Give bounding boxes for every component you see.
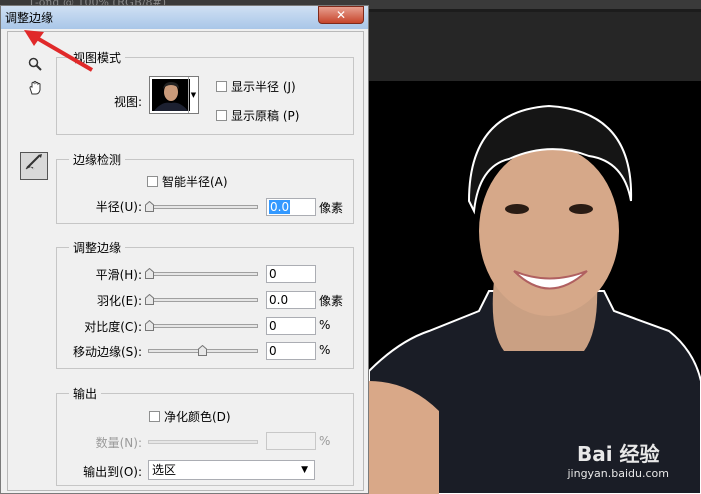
output-to-label: 输出到(O): — [83, 465, 142, 479]
smooth-input[interactable]: 0 — [266, 265, 316, 283]
canvas-dark-area — [369, 9, 701, 81]
adjust-edge-title: 调整边缘 — [69, 239, 126, 256]
view-mode-group: 视图模式 — [56, 49, 354, 135]
close-button[interactable]: ✕ — [318, 6, 364, 24]
show-original-checkbox[interactable] — [216, 110, 227, 121]
amount-label: 数量(N): — [95, 436, 142, 450]
show-radius-label: 显示半径 (J) — [231, 80, 296, 94]
shift-edge-input[interactable]: 0 — [266, 342, 316, 360]
smart-radius-label: 智能半径(A) — [162, 175, 228, 189]
decontaminate-checkbox[interactable] — [149, 411, 160, 422]
smart-radius-checkbox[interactable] — [147, 176, 158, 187]
view-dropdown-arrow-icon[interactable]: ▼ — [188, 77, 198, 113]
show-radius-checkbox[interactable] — [216, 81, 227, 92]
refine-radius-tool-icon[interactable] — [20, 152, 48, 180]
decontaminate-label: 净化颜色(D) — [164, 410, 231, 424]
feather-unit: 像素 — [319, 294, 344, 308]
view-label: 视图: — [114, 95, 143, 109]
refine-edge-dialog: 调整边缘 ✕ 视图模式 视图: ▼ 显示半径 (J) 显示原稿 (P) 边缘检测 — [0, 5, 369, 494]
contrast-label: 对比度(C): — [84, 320, 142, 334]
amount-input — [266, 432, 316, 450]
baidu-watermark: Bai 经验 jingyan.baidu.com — [567, 442, 669, 480]
output-to-value: 选区 — [152, 463, 177, 477]
output-to-select[interactable]: 选区 ▼ — [148, 460, 315, 480]
smooth-label: 平滑(H): — [95, 268, 142, 282]
shift-edge-unit: % — [319, 343, 331, 357]
smooth-slider-thumb[interactable] — [145, 268, 154, 279]
red-arrow-icon — [24, 30, 94, 72]
feather-slider[interactable] — [145, 294, 258, 305]
view-mode-selector[interactable]: ▼ — [149, 76, 199, 114]
feather-input[interactable]: 0.0 — [266, 291, 316, 309]
dialog-body: 视图模式 视图: ▼ 显示半径 (J) 显示原稿 (P) 边缘检测 智能半径(A… — [7, 31, 364, 491]
shift-edge-slider[interactable] — [148, 345, 258, 356]
radius-slider-thumb[interactable] — [145, 201, 154, 212]
amount-slider — [148, 440, 258, 444]
contrast-slider[interactable] — [145, 320, 258, 331]
hand-tool-icon[interactable] — [24, 80, 46, 102]
radius-input[interactable]: 0.0 — [266, 198, 316, 216]
smooth-slider[interactable] — [145, 268, 258, 279]
portrait-image — [369, 104, 701, 494]
contrast-unit: % — [319, 318, 331, 332]
contrast-input[interactable]: 0 — [266, 317, 316, 335]
radius-label: 半径(U): — [95, 200, 142, 214]
chevron-down-icon: ▼ — [301, 465, 308, 475]
radius-slider[interactable] — [145, 201, 258, 212]
output-title: 输出 — [69, 385, 102, 402]
feather-slider-thumb[interactable] — [145, 294, 154, 305]
radius-unit: 像素 — [319, 201, 344, 215]
feather-label: 羽化(E): — [97, 294, 142, 308]
shift-edge-label: 移动边缘(S): — [72, 345, 142, 359]
preview-photo — [369, 81, 701, 494]
amount-unit: % — [319, 434, 331, 448]
shift-edge-slider-thumb[interactable] — [198, 345, 207, 356]
dialog-title: 调整边缘 — [5, 11, 54, 25]
contrast-slider-thumb[interactable] — [145, 320, 154, 331]
view-thumbnail — [152, 79, 190, 111]
edge-detection-title: 边缘检测 — [69, 151, 126, 168]
show-original-label: 显示原稿 (P) — [231, 109, 300, 123]
